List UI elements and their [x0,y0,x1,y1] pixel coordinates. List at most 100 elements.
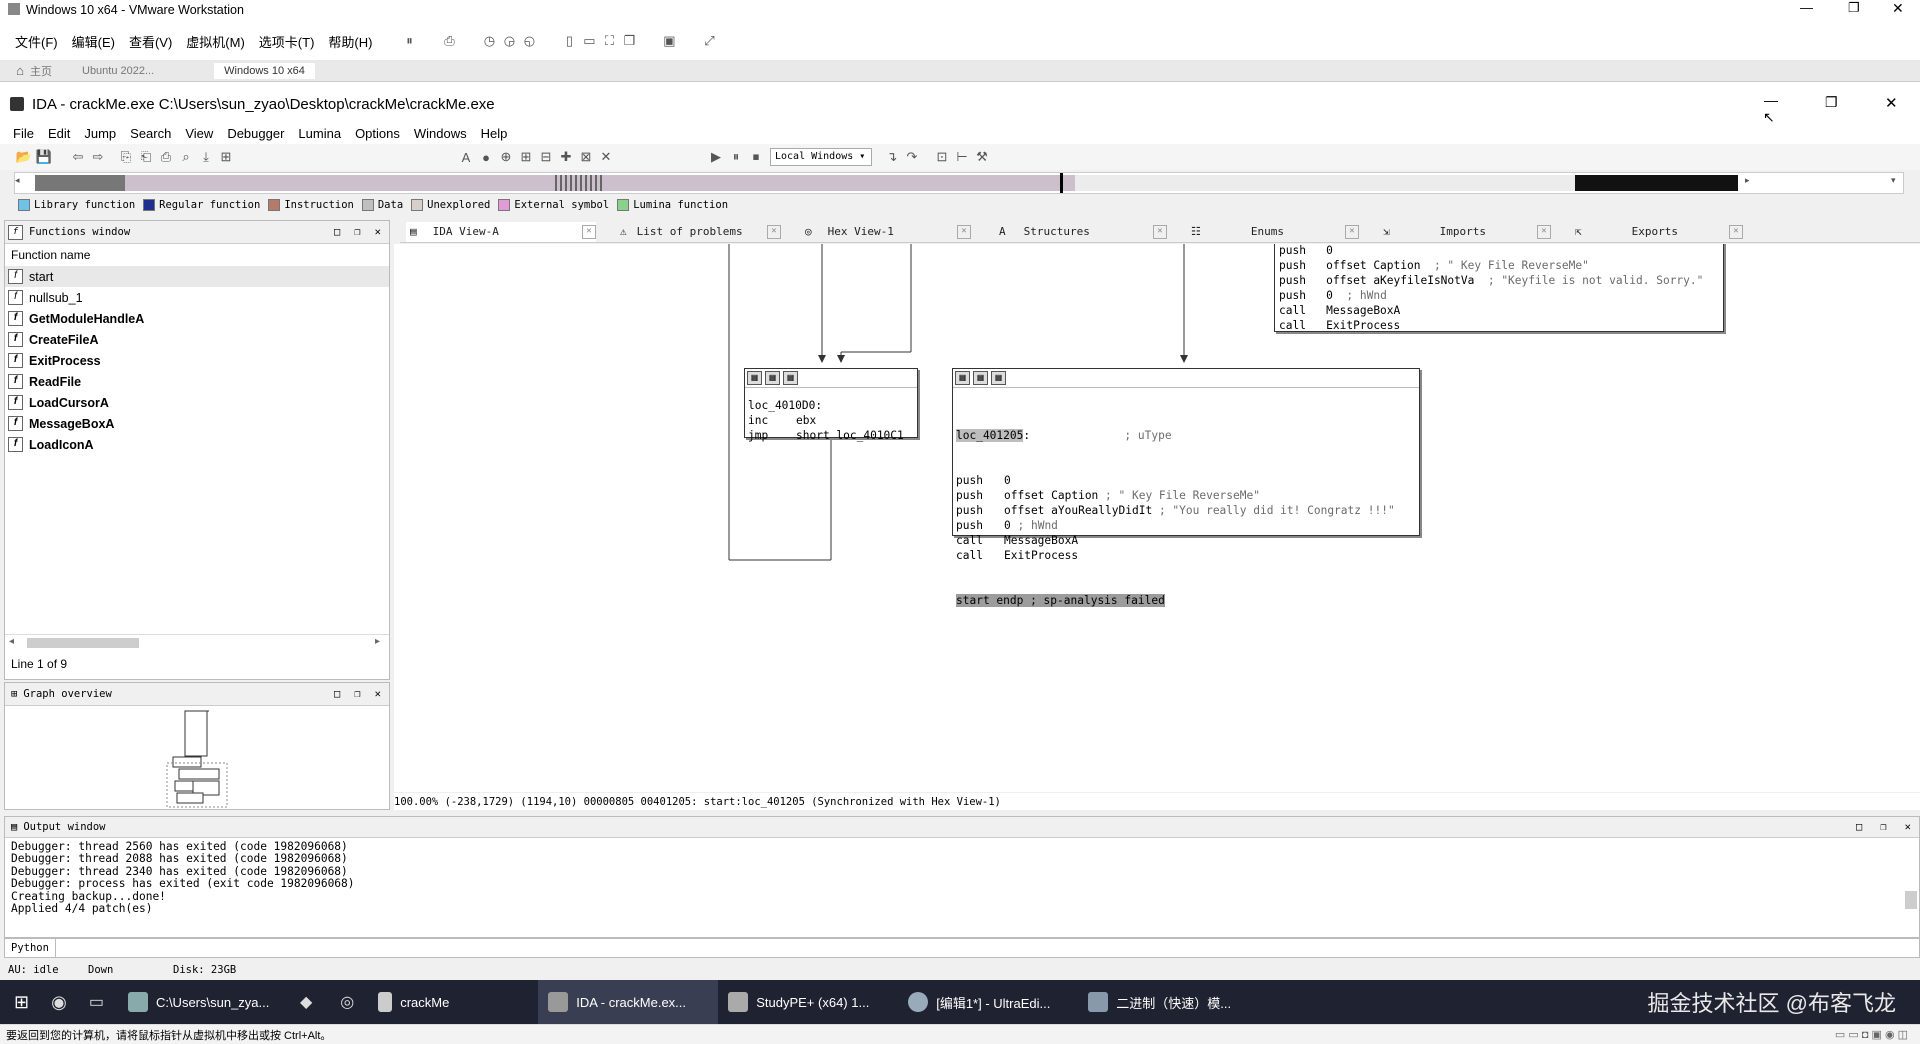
menu-view[interactable]: View [178,126,220,141]
code-line[interactable]: push offset aKeyfileIsNotVa ; "Keyfile i… [1279,273,1723,288]
forward-icon[interactable]: ⇨ [88,147,108,167]
panel-maximize-icon[interactable]: □ [334,688,340,700]
stop-icon[interactable]: ⏹ [746,147,766,167]
revert-snapshot-icon[interactable]: ◶ [499,31,519,51]
code-line[interactable]: jmp short loc_4010C1 [748,428,917,443]
back-icon[interactable]: ⇦ [68,147,88,167]
menu-file[interactable]: File [6,126,41,141]
vm-restore-icon[interactable]: ❐ [1848,0,1860,16]
taskbar-item-studype[interactable]: StudyPE+ (x64) 1... [718,980,898,1024]
panel-maximize-icon[interactable]: □ [1856,821,1862,833]
code-line[interactable]: call MessageBoxA [956,533,1419,548]
vm-menu-edit[interactable]: 编辑(E) [65,32,122,51]
snapshot-manager-icon[interactable]: ◵ [519,31,539,51]
run-icon[interactable]: ▶ [706,147,726,167]
code-line[interactable]: push 0 [956,473,1419,488]
node-color-icon[interactable]: ▦ [955,371,970,385]
output-text[interactable]: Debugger: thread 2560 has exited (code 1… [5,838,1919,915]
output-scroll-thumb[interactable] [1905,891,1917,909]
code-line[interactable]: push 0 [1279,244,1723,258]
tab-exports[interactable]: ⇱ Exports ✕ [1571,222,1743,242]
scroll-right-icon[interactable]: ▸ [375,636,380,647]
download-icon[interactable]: ⤓ [196,147,216,167]
panel-maximize-icon[interactable]: □ [334,226,340,238]
vm-minimize-icon[interactable]: — [1800,0,1813,15]
delete-icon[interactable]: ✕ [596,147,616,167]
record-icon[interactable]: ● [476,147,496,167]
function-row[interactable]: f GetModuleHandleA [5,308,389,329]
tab-imports[interactable]: ⇲ Imports ✕ [1379,222,1551,242]
xref-icon[interactable]: ⊠ [576,147,596,167]
cli-language-button[interactable]: Python [5,938,56,958]
function-row[interactable]: f ReadFile [5,371,389,392]
scroll-left-icon[interactable]: ◂ [9,636,14,647]
navigation-band[interactable]: ◂ ▸ ▾ [14,172,1904,194]
cli-input[interactable] [56,939,1919,957]
panel-float-icon[interactable]: ❐ [1880,821,1886,833]
library-icon[interactable]: ▯ [559,31,579,51]
node-color-icon[interactable]: ▦ [747,371,762,385]
tab-close-icon[interactable]: ✕ [957,224,971,239]
unity-icon[interactable]: ❐ [619,31,639,51]
paste-icon[interactable]: ⎙ [156,147,176,167]
code-line[interactable]: call ExitProcess [956,548,1419,563]
tab-enums[interactable]: ☷ Enums ✕ [1187,222,1359,242]
text-view-icon[interactable]: A [456,147,476,167]
vm-menu-help[interactable]: 帮助(H) [321,32,379,51]
taskbar-item-ultraedit[interactable]: [编辑1*] - UltraEdi... [898,980,1078,1024]
taskbar-item-ida[interactable]: IDA - crackMe.ex... [538,980,719,1024]
node-collapse-icon[interactable]: ▦ [783,371,798,385]
add-enum-icon[interactable]: ⊟ [536,147,556,167]
function-row[interactable]: f start [5,266,389,287]
copy-icon[interactable]: ⎗ [136,147,156,167]
taskbar-item-crackme[interactable]: crackMe [368,980,538,1024]
function-row[interactable]: f nullsub_1 [5,287,389,308]
tab-list-of-problems[interactable]: ⚠ List of problems ✕ [616,222,781,242]
graph-node-success[interactable]: ▦ ▦ ▦ loc_401205: ; uType push 0 push offset… [952,368,1420,607]
home-icon[interactable]: ⌂ [10,61,30,81]
graph-overview-minimap[interactable] [165,709,235,809]
nav-left-arrow-icon[interactable]: ◂ [15,175,20,186]
function-name-column-header[interactable]: Function name [5,244,389,266]
function-row[interactable]: f ExitProcess [5,350,389,371]
graph-node-loop[interactable]: ▦ ▦ ▦ loc_4010D0: inc ebx jmp short loc_4010C1 [744,368,918,442]
add-struct-icon[interactable]: ⊞ [516,147,536,167]
tab-close-icon[interactable]: ✕ [1729,224,1743,239]
stretch-icon[interactable]: ⤢ [699,31,719,51]
code-line[interactable]: push offset aYouReallyDidIt ; "You really… [956,503,1419,518]
pause-icon[interactable]: ⏸ [399,31,419,51]
vm-tab-windows[interactable]: Windows 10 x64 [214,62,315,79]
tab-close-icon[interactable]: ✕ [1153,224,1167,239]
save-icon[interactable]: 💾 [34,147,54,167]
vm-close-icon[interactable]: ✕ [1892,0,1904,17]
settings-icon[interactable]: ◎ [340,992,354,1012]
menu-help[interactable]: Help [474,126,515,141]
search-icon[interactable]: ⌕ [176,147,196,167]
debugger-select[interactable]: Local Windows ▾ [770,148,872,166]
panel-float-icon[interactable]: ❐ [354,688,360,700]
vm-menu-vm[interactable]: 虚拟机(M) [179,32,252,51]
code-line[interactable]: push 0 ; hWnd [1279,288,1723,303]
step-over-icon[interactable]: ↷ [902,147,922,167]
open-icon[interactable]: 📂 [14,147,34,167]
node-label[interactable]: loc_4010D0: [748,398,917,413]
vm-menu-tabs[interactable]: 选项卡(T) [252,32,322,51]
endp-line[interactable]: start endp ; sp-analysis failed [956,594,1165,607]
code-line[interactable]: call MessageBoxA [1279,303,1723,318]
ida-restore-icon[interactable]: ❐ [1825,94,1838,111]
panel-close-icon[interactable]: ✕ [1905,821,1911,833]
step-into-icon[interactable]: ↴ [882,147,902,167]
tab-close-icon[interactable]: ✕ [767,224,781,239]
code-line[interactable]: inc ebx [748,413,917,428]
tab-close-icon[interactable]: ✕ [1537,224,1551,239]
tab-close-icon[interactable]: ✕ [582,224,596,239]
menu-lumina[interactable]: Lumina [291,126,348,141]
function-row[interactable]: f CreateFileA [5,329,389,350]
code-line[interactable]: push 0 ; hWnd [956,518,1419,533]
menu-search[interactable]: Search [123,126,178,141]
tools-icon[interactable]: ⚒ [972,147,992,167]
add-func-icon[interactable]: ⊕ [496,147,516,167]
panel-close-icon[interactable]: ✕ [375,688,381,700]
code-line[interactable]: push offset Caption ; " Key File ReverseM… [956,488,1419,503]
scroll-thumb[interactable] [27,638,139,648]
